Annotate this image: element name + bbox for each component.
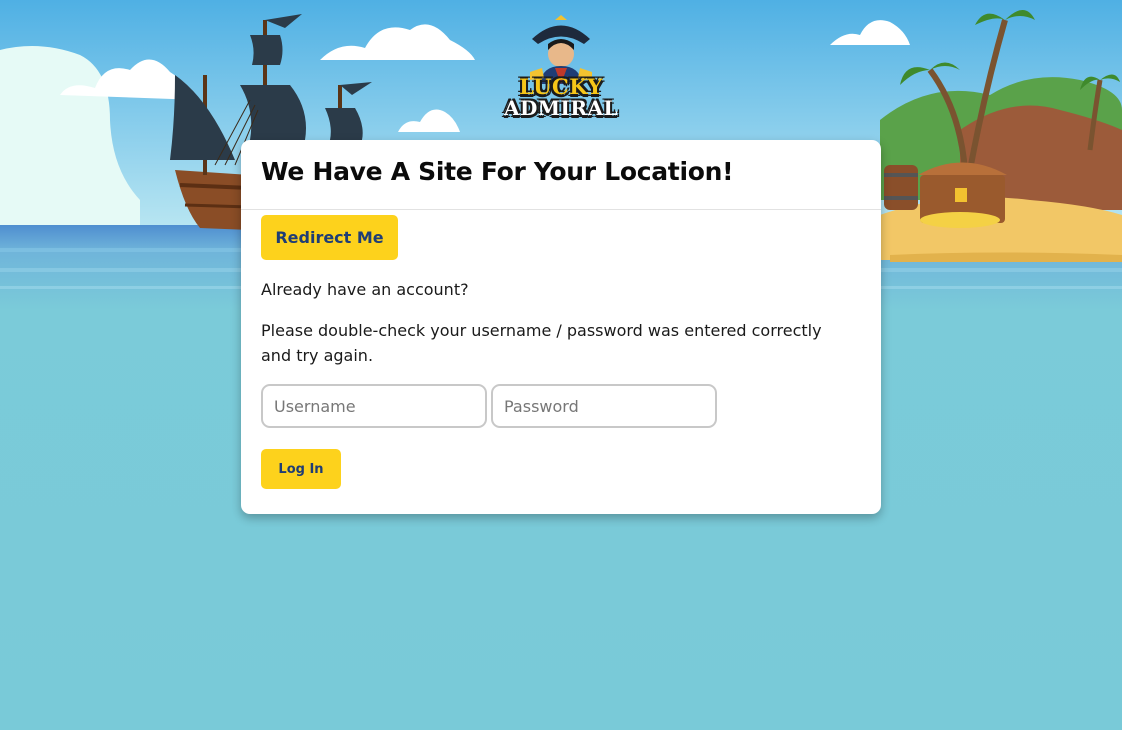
log-in-button[interactable]: Log In	[261, 449, 341, 489]
modal-body: Redirect Me Already have an account? Ple…	[241, 210, 881, 489]
redirect-me-button[interactable]: Redirect Me	[261, 215, 398, 260]
username-input[interactable]	[261, 384, 487, 428]
logo-text-admiral: ADMIRAL	[503, 96, 619, 120]
login-fields-row	[261, 384, 861, 428]
credentials-error-message: Please double-check your username / pass…	[261, 321, 822, 365]
password-input[interactable]	[491, 384, 717, 428]
page-root: LUCKY ADMIRAL We Have A Site For Your Lo…	[0, 0, 1122, 730]
location-redirect-modal: We Have A Site For Your Location! Redire…	[241, 140, 881, 514]
account-prompt: Already have an account?	[261, 280, 469, 299]
modal-title: We Have A Site For Your Location!	[261, 157, 734, 186]
modal-header: We Have A Site For Your Location!	[241, 140, 881, 210]
lucky-admiral-logo: LUCKY ADMIRAL	[500, 14, 622, 124]
